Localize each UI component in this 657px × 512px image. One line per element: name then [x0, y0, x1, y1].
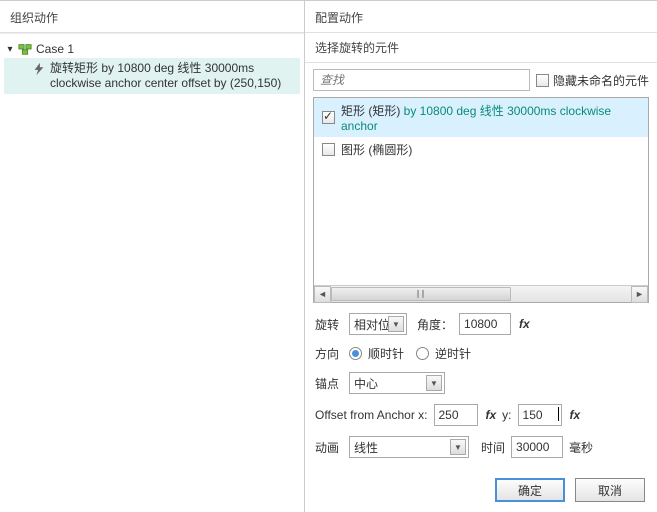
anim-select[interactable]: 线性 ▼: [349, 436, 469, 458]
anim-label: 动画: [315, 439, 343, 456]
cw-radio[interactable]: [349, 347, 362, 360]
widget-list: 矩形 (矩形) by 10800 deg 线性 30000ms clockwis…: [313, 97, 649, 303]
select-widget-label: 选择旋转的元件: [305, 33, 657, 63]
direction-label: 方向: [315, 345, 343, 362]
case-icon: [18, 42, 32, 56]
anchor-select[interactable]: 中心 ▼: [349, 372, 445, 394]
scroll-track[interactable]: ∥∥: [331, 286, 631, 303]
text-caret: [558, 407, 559, 421]
time-label: 时间: [481, 439, 505, 456]
ok-button[interactable]: 确定: [495, 478, 565, 502]
scroll-left-icon[interactable]: ◄: [314, 286, 331, 303]
case-row[interactable]: ▾ Case 1: [4, 40, 300, 58]
case-label: Case 1: [36, 42, 74, 56]
angle-input[interactable]: [459, 313, 511, 335]
anchor-label: 锚点: [315, 375, 343, 392]
list-item[interactable]: 矩形 (矩形) by 10800 deg 线性 30000ms clockwis…: [314, 98, 648, 137]
chevron-down-icon: ▼: [426, 375, 442, 391]
cancel-button[interactable]: 取消: [575, 478, 645, 502]
action-tree: ▾ Case 1 旋转矩形 by 10800 deg 线性 30000ms cl…: [0, 33, 304, 512]
offset-x-input[interactable]: [434, 404, 478, 426]
checkbox-icon: [536, 74, 549, 87]
fx-button[interactable]: fx: [570, 408, 581, 422]
rotate-mode-select[interactable]: 相对位 ▼: [349, 313, 407, 335]
list-item[interactable]: 图形 (椭圆形): [314, 137, 648, 162]
ccw-label: 逆时针: [435, 345, 471, 362]
checkbox-icon[interactable]: [322, 111, 335, 124]
right-panel: 配置动作 选择旋转的元件 隐藏未命名的元件 矩形 (矩形) by 10800 d…: [305, 0, 657, 512]
y-label: y:: [502, 408, 511, 422]
time-input[interactable]: [511, 436, 563, 458]
ccw-radio[interactable]: [416, 347, 429, 360]
chevron-down-icon: ▼: [450, 439, 466, 455]
fx-button[interactable]: fx: [486, 408, 497, 422]
offset-y-input[interactable]: [518, 404, 562, 426]
fx-button[interactable]: fx: [519, 317, 530, 331]
right-panel-title: 配置动作: [305, 0, 657, 33]
chevron-down-icon: ▼: [388, 316, 404, 332]
rotate-label: 旋转: [315, 316, 343, 333]
horizontal-scrollbar[interactable]: ◄ ∥∥ ►: [314, 285, 648, 302]
hide-unnamed-checkbox[interactable]: 隐藏未命名的元件: [536, 72, 649, 89]
action-text: 旋转矩形 by 10800 deg 线性 30000ms clockwise a…: [50, 61, 296, 91]
checkbox-icon[interactable]: [322, 143, 335, 156]
angle-label: 角度：: [417, 316, 453, 333]
action-row[interactable]: 旋转矩形 by 10800 deg 线性 30000ms clockwise a…: [4, 58, 300, 94]
cw-label: 顺时针: [368, 345, 404, 362]
list-item-label: 矩形 (矩形) by 10800 deg 线性 30000ms clockwis…: [341, 102, 640, 133]
list-item-label: 图形 (椭圆形): [341, 141, 412, 158]
hide-unnamed-label: 隐藏未命名的元件: [553, 72, 649, 89]
offset-label: Offset from Anchor x:: [315, 408, 428, 422]
collapse-icon[interactable]: ▾: [4, 44, 16, 55]
scroll-grip-icon: ∥∥: [416, 289, 426, 298]
config-form: 旋转 相对位 ▼ 角度： fx 方向 顺时针 逆时针 锚点 中心: [305, 303, 657, 472]
left-panel: 组织动作 ▾ Case 1 旋转矩形 by 10800 deg 线性 30000…: [0, 0, 305, 512]
ms-label: 毫秒: [569, 439, 593, 456]
scroll-right-icon[interactable]: ►: [631, 286, 648, 303]
scroll-thumb[interactable]: ∥∥: [331, 287, 511, 301]
left-panel-title: 组织动作: [0, 0, 304, 33]
search-input[interactable]: [313, 69, 530, 91]
bolt-icon: [32, 62, 46, 76]
